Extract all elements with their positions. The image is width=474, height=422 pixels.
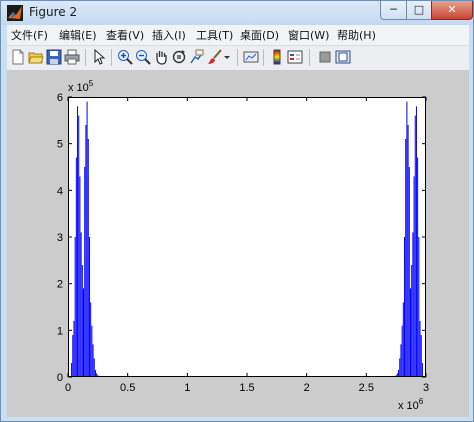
menu-file[interactable]: 文件(F) xyxy=(11,27,48,43)
maximize-button[interactable]: □ xyxy=(406,1,432,20)
data-cursor-icon[interactable] xyxy=(189,49,205,65)
y-tick-label: 5 xyxy=(57,139,63,151)
open-file-icon[interactable] xyxy=(28,49,44,65)
menu-desktop[interactable]: 桌面(D) xyxy=(240,27,279,43)
print-icon[interactable] xyxy=(64,49,80,65)
x-tick-label: 2.5 xyxy=(359,382,374,394)
toolbar-separator xyxy=(309,49,310,66)
toolbar-separator xyxy=(111,49,112,66)
rotate-3d-icon[interactable] xyxy=(171,49,187,65)
brush-icon[interactable] xyxy=(207,49,223,65)
close-button[interactable]: ✕ xyxy=(431,1,473,20)
chevron-down-icon[interactable] xyxy=(223,49,231,65)
legend-icon[interactable] xyxy=(287,49,303,65)
x-tick-label: 0.5 xyxy=(120,382,135,394)
show-plot-tools-icon[interactable] xyxy=(335,49,351,65)
save-icon[interactable] xyxy=(46,49,62,65)
menu-edit[interactable]: 编辑(E) xyxy=(59,27,97,43)
toolbar-separator xyxy=(85,49,86,66)
x-tick-label: 3 xyxy=(423,382,429,394)
spectrum-plot[interactable]: 0 0.5 1 1.5 2 2.5 3 0 1 2 3 4 5 6 x 105 x 106 xyxy=(7,71,469,417)
y-tick-label: 1 xyxy=(57,325,63,337)
menu-bar: 文件(F) 编辑(E) 查看(V) 插入(I) 工具(T) 桌面(D) 窗口(W… xyxy=(7,25,469,46)
arrow-select-icon[interactable] xyxy=(91,49,107,65)
x-tick-label: 2 xyxy=(304,382,310,394)
x-tick-label: 0 xyxy=(65,382,71,394)
new-figure-icon[interactable] xyxy=(10,49,26,65)
y-exponent-label: x 105 xyxy=(68,79,94,94)
zoom-in-icon[interactable] xyxy=(117,49,133,65)
y-tick-label: 4 xyxy=(57,185,63,197)
x-tick-label: 1.5 xyxy=(239,382,254,394)
zoom-out-icon[interactable] xyxy=(135,49,151,65)
menu-help[interactable]: 帮助(H) xyxy=(337,27,376,43)
x-exponent-label: x 106 xyxy=(398,397,424,412)
pan-hand-icon[interactable] xyxy=(153,49,169,65)
link-plot-icon[interactable] xyxy=(243,49,259,65)
colorbar-icon[interactable] xyxy=(269,49,285,65)
window-title: Figure 2 xyxy=(29,5,78,19)
figure-window: Figure 2 ─ □ ✕ 文件(F) 编辑(E) 查看(V) 插入(I) 工… xyxy=(0,0,474,422)
toolbar-separator xyxy=(263,49,264,66)
y-tick-label: 6 xyxy=(57,92,63,104)
menu-tools[interactable]: 工具(T) xyxy=(196,27,233,43)
figure-client-area: 文件(F) 编辑(E) 查看(V) 插入(I) 工具(T) 桌面(D) 窗口(W… xyxy=(7,25,469,417)
menu-view[interactable]: 查看(V) xyxy=(106,27,144,43)
menu-window[interactable]: 窗口(W) xyxy=(288,27,329,43)
hide-plot-tools-icon[interactable] xyxy=(317,49,333,65)
minimize-button[interactable]: ─ xyxy=(380,1,407,20)
x-tick-label: 1 xyxy=(184,382,190,394)
y-tick-label: 0 xyxy=(57,372,63,384)
y-tick-label: 3 xyxy=(57,232,63,244)
figure-toolbar xyxy=(7,46,469,71)
figure-canvas: 0 0.5 1 1.5 2 2.5 3 0 1 2 3 4 5 6 x 105 x 106 xyxy=(7,71,469,417)
y-tick-label: 2 xyxy=(57,279,63,291)
matlab-logo-icon xyxy=(7,5,23,21)
toolbar-separator xyxy=(237,49,238,66)
menu-insert[interactable]: 插入(I) xyxy=(152,27,186,43)
title-bar[interactable]: Figure 2 ─ □ ✕ xyxy=(1,1,473,25)
axes-background xyxy=(68,97,426,377)
